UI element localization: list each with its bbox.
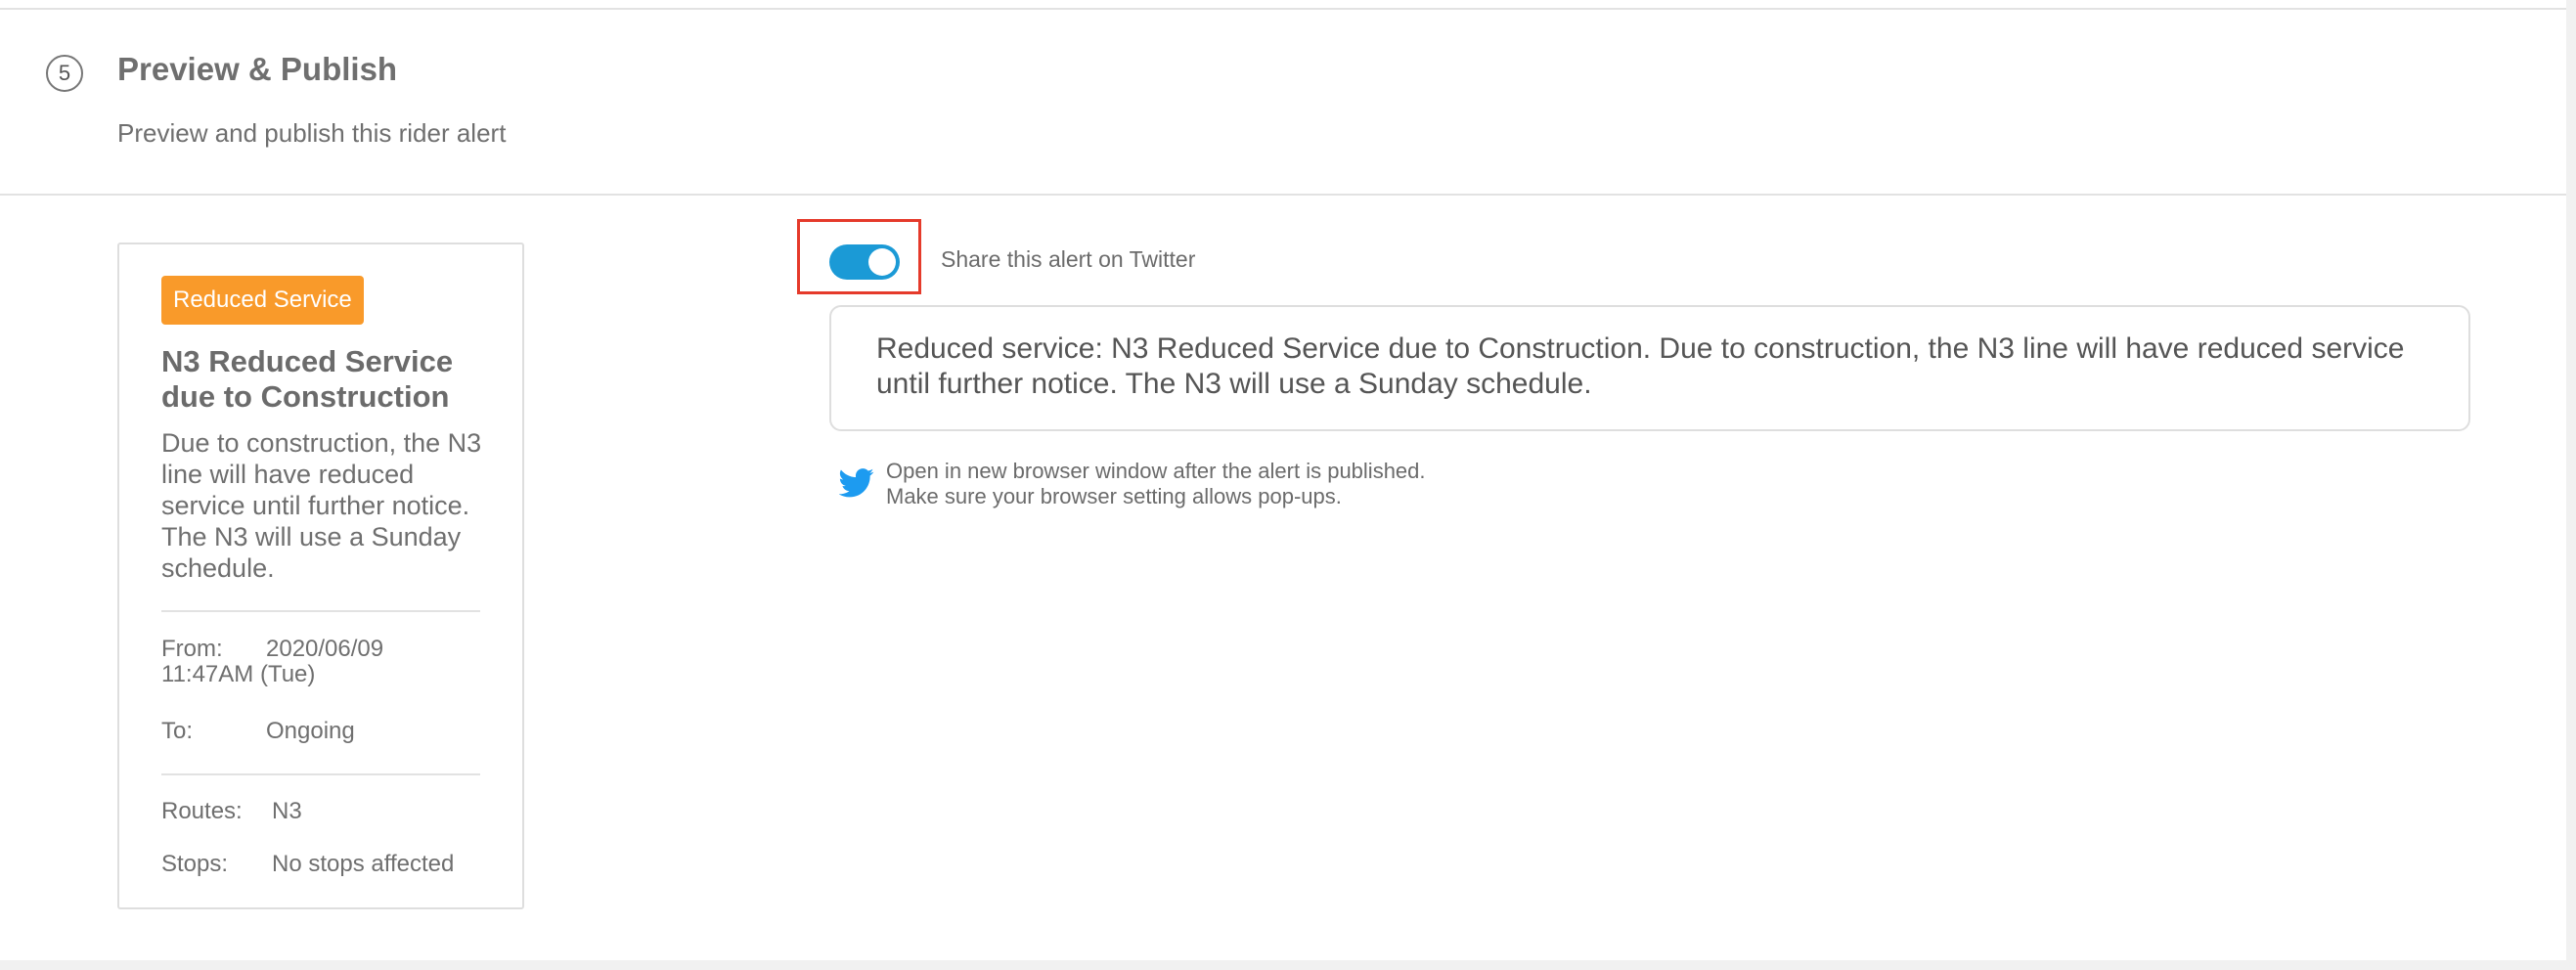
alert-title: N3 Reduced Service due to Construction: [161, 344, 454, 414]
alert-type-badge: Reduced Service: [161, 276, 364, 325]
section-divider: [0, 194, 2566, 196]
step-subtitle: Preview and publish this rider alert: [117, 118, 507, 148]
step-title: Preview & Publish: [117, 51, 398, 87]
twitter-bird-icon: [839, 468, 874, 498]
to-label: To:: [161, 718, 194, 744]
twitter-share-toggle[interactable]: [829, 244, 900, 280]
routes-value: N3: [272, 798, 302, 824]
tweet-preview-box: Reduced service: N3 Reduced Service due …: [829, 305, 2470, 431]
toggle-knob: [868, 248, 896, 276]
from-time: 11:47AM (Tue): [161, 661, 316, 687]
card-divider: [161, 773, 480, 775]
stops-value: No stops affected: [272, 851, 455, 877]
popup-note-line1: Open in new browser window after the ale…: [886, 459, 1426, 483]
popup-note-line2: Make sure your browser setting allows po…: [886, 484, 1342, 508]
step-number-badge: 5: [46, 55, 83, 92]
alert-preview-card: Reduced Service N3 Reduced Service due t…: [117, 242, 524, 909]
routes-label: Routes:: [161, 798, 243, 824]
from-date: 2020/06/09: [266, 636, 384, 662]
alert-description: Due to construction, the N3 line will ha…: [161, 428, 482, 583]
twitter-share-label: Share this alert on Twitter: [941, 246, 1196, 272]
top-divider: [0, 8, 2566, 10]
card-divider: [161, 610, 480, 612]
tweet-text: Reduced service: N3 Reduced Service due …: [876, 332, 2405, 400]
preview-publish-panel: 5 Preview & Publish Preview and publish …: [0, 0, 2566, 960]
to-value: Ongoing: [266, 718, 355, 744]
stops-label: Stops:: [161, 851, 229, 877]
from-label: From:: [161, 636, 223, 662]
